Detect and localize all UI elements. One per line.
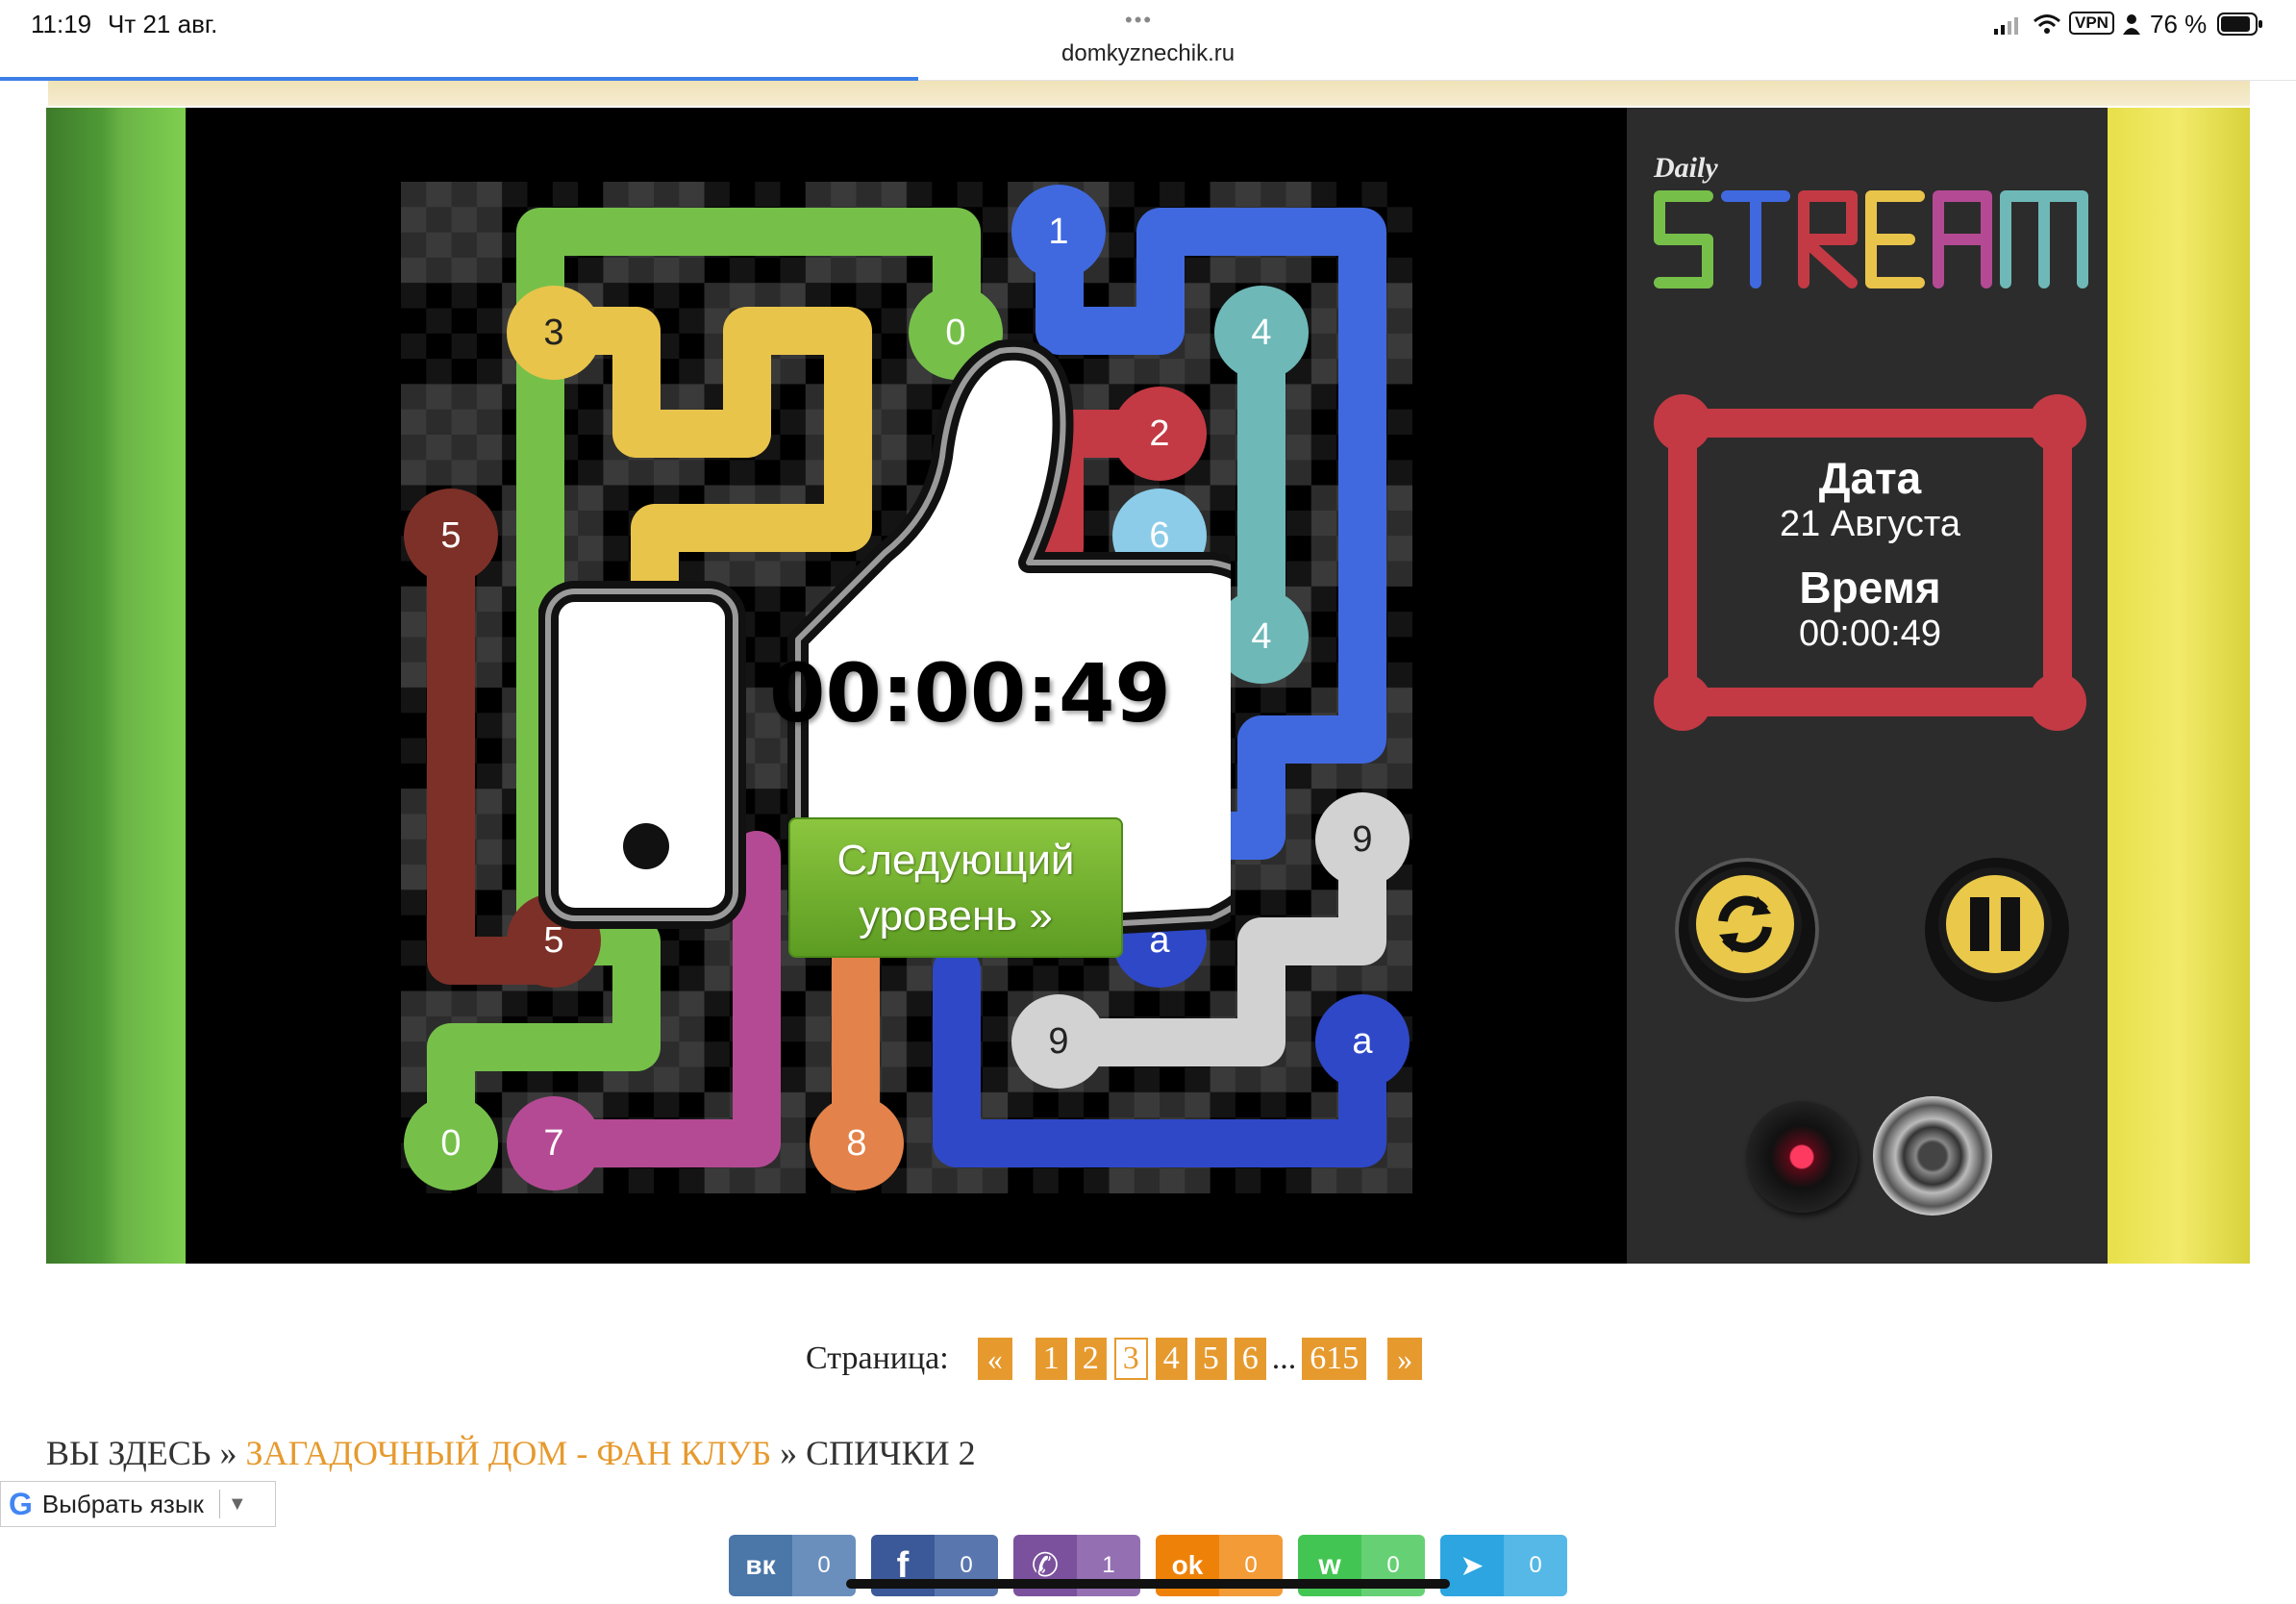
page-2[interactable]: 2	[1074, 1338, 1107, 1380]
share-count: 0	[1504, 1535, 1567, 1596]
divider	[218, 1490, 220, 1518]
dot-label: 8	[846, 1122, 867, 1164]
page-last[interactable]: 615	[1302, 1338, 1367, 1380]
page-1[interactable]: 1	[1035, 1338, 1067, 1380]
breadcrumb-sep: »	[219, 1434, 237, 1472]
language-selector-label: Выбрать язык	[41, 1489, 204, 1518]
status-date: Чт 21 авг.	[108, 10, 218, 38]
page-current: 3	[1113, 1338, 1148, 1380]
next-level-button[interactable]: Следующий уровень »	[788, 817, 1123, 958]
status-bar: 11:19 Чт 21 авг. ••• domkyznechik.ru VPN…	[0, 0, 2296, 81]
dot-7[interactable]: 7	[507, 1096, 601, 1190]
sound-toggle-icon[interactable]	[1873, 1096, 1992, 1216]
home-indicator	[846, 1579, 1450, 1589]
logo-stream-graphic	[1654, 190, 2088, 288]
date-label: Дата	[1818, 453, 1922, 503]
dot-9-left[interactable]: 9	[1011, 994, 1106, 1089]
breadcrumb: ВЫ ЗДЕСЬ » ЗАГАДОЧНЫЙ ДОМ - ФАН КЛУБ » С…	[46, 1433, 976, 1473]
breadcrumb-current: СПИЧКИ 2	[806, 1434, 976, 1472]
date-value: 21 Августа	[1780, 504, 1960, 544]
next-level-label: Следующий уровень »	[836, 837, 1075, 940]
vk-icon: вк	[729, 1535, 792, 1596]
result-time: 00:00:49	[769, 646, 1171, 740]
dot-a-right[interactable]: a	[1315, 994, 1410, 1089]
pagination-ellipsis: ...	[1271, 1341, 1297, 1376]
page-5[interactable]: 5	[1194, 1338, 1227, 1380]
telegram-icon: ➤	[1440, 1535, 1504, 1596]
logo-daily: Daily	[1654, 152, 1718, 184]
share-telegram-button[interactable]: ➤ 0	[1440, 1535, 1567, 1596]
right-yellow-panel	[2108, 108, 2250, 1264]
pagination: Страница: « 1 2 3 4 5 6 ... 615 »	[806, 1337, 1423, 1381]
logo: Daily	[1650, 152, 2092, 296]
dot-label: a	[1352, 1020, 1373, 1062]
battery-percent: 76 %	[2150, 10, 2208, 38]
dot-label: 4	[1251, 312, 1272, 353]
dot-label: 1	[1048, 211, 1069, 252]
share-count: 0	[792, 1535, 856, 1596]
restart-button[interactable]	[1675, 858, 1819, 1002]
dot-1[interactable]: 1	[1011, 185, 1106, 279]
pause-icon	[1938, 867, 2052, 981]
pagination-next[interactable]: »	[1387, 1338, 1423, 1380]
dot-label: 5	[440, 514, 462, 556]
time-label: Время	[1799, 563, 1941, 613]
dot-9-right[interactable]: 9	[1315, 792, 1410, 887]
menu-dots-icon[interactable]: •••	[1125, 8, 1153, 33]
wifi-icon	[2033, 13, 2061, 39]
page-6[interactable]: 6	[1234, 1338, 1266, 1380]
dot-5-top[interactable]: 5	[404, 489, 498, 583]
page-4[interactable]: 4	[1155, 1338, 1187, 1380]
chevron-down-icon: ▼	[227, 1492, 247, 1515]
person-icon	[2123, 13, 2140, 39]
pagination-prev[interactable]: «	[977, 1338, 1012, 1380]
google-icon: G	[9, 1486, 33, 1521]
dot-0-bottom[interactable]: 0	[404, 1096, 498, 1190]
breadcrumb-here: ВЫ ЗДЕСЬ	[46, 1434, 212, 1472]
battery-icon	[2217, 12, 2263, 41]
breadcrumb-sep: »	[780, 1434, 798, 1472]
dot-label: 9	[1352, 818, 1373, 860]
dot-label: 9	[1048, 1020, 1069, 1062]
dot-label: 7	[543, 1122, 564, 1164]
language-selector[interactable]: G Выбрать язык ▼	[0, 1481, 276, 1527]
dot-8[interactable]: 8	[810, 1096, 904, 1190]
signal-icon	[1994, 17, 2021, 35]
status-time: 11:19	[31, 10, 92, 38]
restart-icon	[1688, 867, 1802, 981]
top-frame-strip	[48, 81, 2250, 106]
breadcrumb-link[interactable]: ЗАГАДОЧНЫЙ ДОМ - ФАН КЛУБ	[245, 1434, 771, 1472]
dot-label: 4	[1251, 615, 1272, 657]
url-label[interactable]: domkyznechik.ru	[1061, 40, 1235, 67]
left-green-panel	[46, 108, 186, 1264]
share-vk-button[interactable]: вк 0	[729, 1535, 856, 1596]
pause-button[interactable]	[1925, 858, 2069, 1002]
dot-label: 0	[440, 1122, 462, 1164]
time-value: 00:00:49	[1799, 614, 1941, 654]
pagination-label: Страница:	[806, 1341, 949, 1376]
vpn-badge: VPN	[2069, 12, 2114, 35]
music-toggle-icon[interactable]	[1746, 1101, 1858, 1213]
